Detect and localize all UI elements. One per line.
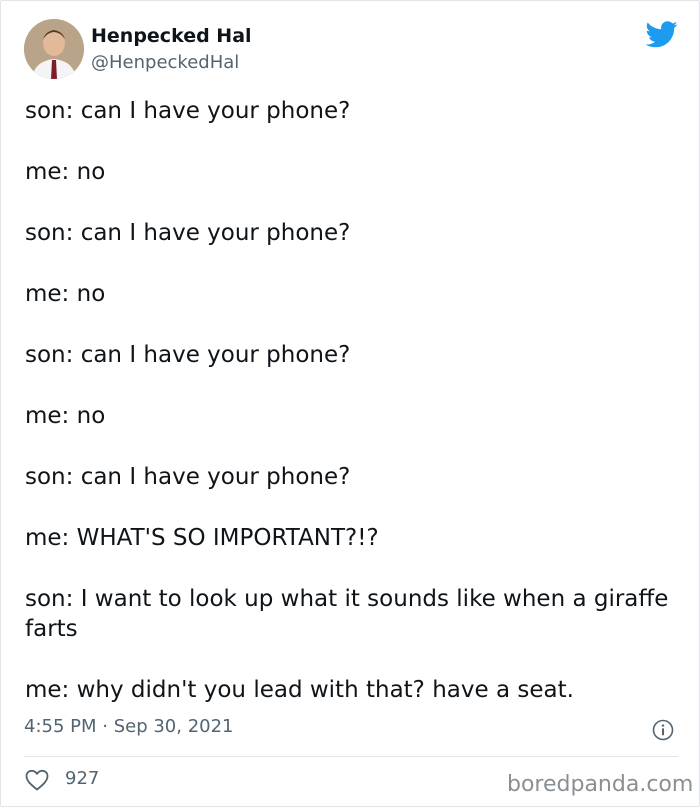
tweet-line: me: no [25,403,106,429]
twitter-bird-icon[interactable] [646,21,678,48]
tweet-text: son: can I have your phone? me: no son: … [25,96,675,736]
tweet-line: me: no [25,159,106,185]
tweet-card: Henpecked Hal @HenpeckedHal son: can I h… [0,0,700,807]
display-name[interactable]: Henpecked Hal [91,25,252,47]
tweet-line: me: no [25,281,106,307]
tweet-line: son: I want to look up what it sounds li… [25,586,669,642]
tweet-line: son: can I have your phone? [25,220,351,246]
info-icon[interactable] [652,719,674,741]
tweet-line: son: can I have your phone? [25,464,351,490]
user-handle[interactable]: @HenpeckedHal [91,52,239,73]
profile-photo-icon [24,19,84,79]
like-count: 927 [65,768,100,789]
avatar[interactable] [24,19,84,79]
source-watermark: boredpanda.com [507,772,694,797]
tweet-line: son: can I have your phone? [25,342,351,368]
tweet-line: me: WHAT'S SO IMPORTANT?!? [25,525,379,551]
tweet-line: son: can I have your phone? [25,98,351,124]
tweet-line: me: why didn't you lead with that? have … [25,677,574,703]
heart-icon[interactable] [25,769,49,791]
tweet-timestamp[interactable]: 4:55 PM · Sep 30, 2021 [24,716,234,737]
divider [24,756,678,757]
